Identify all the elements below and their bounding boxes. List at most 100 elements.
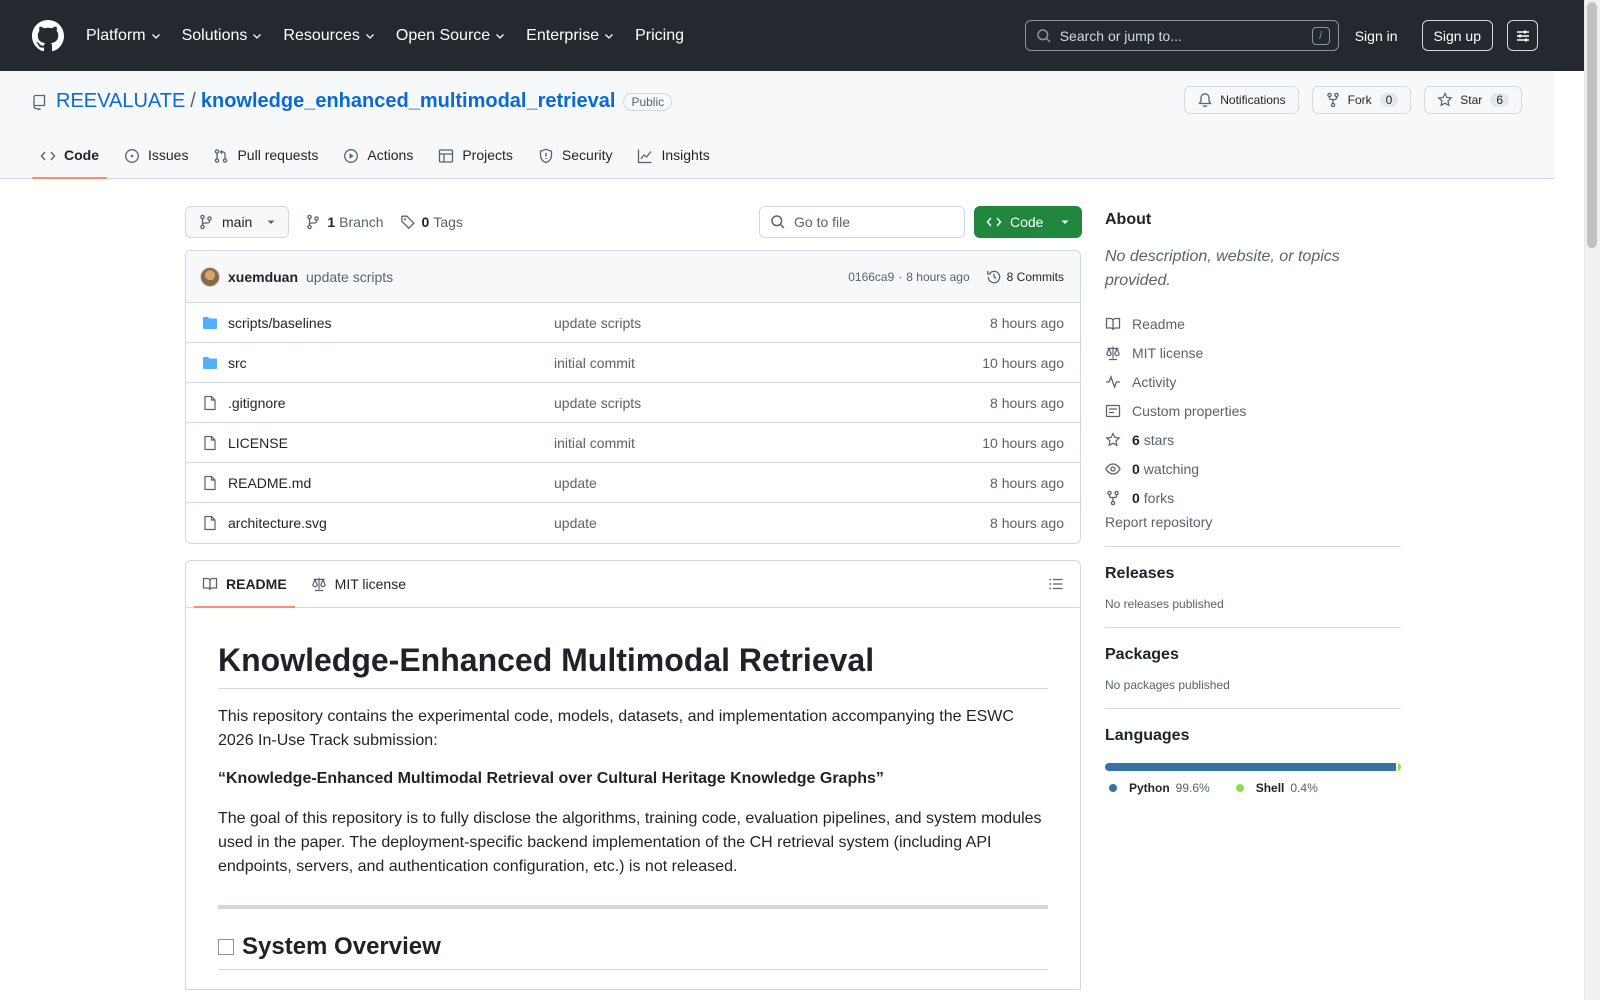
shield-icon (539, 148, 553, 164)
tab-license[interactable]: MIT license (303, 561, 414, 607)
file-name-link[interactable]: scripts/baselines (228, 315, 554, 331)
tab-code[interactable]: Code (32, 137, 107, 179)
tab-projects[interactable]: Projects (430, 137, 521, 179)
tab-security[interactable]: Security (530, 137, 621, 179)
code-button-label: Code (1010, 214, 1044, 230)
language-legend-item[interactable]: Shell 0.4% (1235, 781, 1318, 795)
file-name-link[interactable]: architecture.svg (228, 515, 554, 531)
branch-count: 1 (327, 213, 336, 230)
nav-open-source[interactable]: Open Source (396, 27, 506, 45)
tab-label: Insights (661, 147, 710, 163)
stars-link[interactable]: 6 stars (1105, 425, 1401, 454)
releases-heading[interactable]: Releases (1105, 565, 1401, 583)
file-row[interactable]: src initial commit 10 hours ago (186, 343, 1080, 383)
fork-button[interactable]: Fork 0 (1311, 86, 1412, 114)
main-column: main 1 Branch 0 Tags Go to file Code xue… (185, 205, 1082, 990)
star-button[interactable]: Star 6 (1424, 86, 1522, 114)
file-commit-message-link[interactable]: update scripts (554, 315, 990, 331)
readme-intro-paragraph: This repository contains the experimenta… (218, 708, 1014, 749)
branch-icon (200, 214, 212, 229)
tags-link[interactable]: 0 Tags (400, 214, 463, 230)
branch-name: main (222, 213, 253, 230)
commits-history-link[interactable]: 8 Commits (986, 269, 1064, 285)
file-row[interactable]: .gitignore update scripts 8 hours ago (186, 383, 1080, 423)
file-row[interactable]: LICENSE initial commit 10 hours ago (186, 423, 1080, 463)
commit-author-link[interactable]: xuemduan (228, 269, 298, 285)
releases-section: Releases No releases published (1105, 547, 1401, 611)
fork-label: Fork (1347, 93, 1372, 107)
sliders-icon (1516, 30, 1529, 41)
watching-link[interactable]: 0 watching (1105, 454, 1401, 483)
tab-label: Code (64, 147, 99, 163)
branch-selector-button[interactable]: main (185, 205, 290, 238)
page-scrollbar[interactable] (1584, 0, 1600, 1000)
sign-in-link[interactable]: Sign in (1355, 28, 1398, 44)
nav-enterprise[interactable]: Enterprise (526, 27, 615, 45)
file-row[interactable]: architecture.svg update 8 hours ago (186, 503, 1080, 543)
scrollbar-thumb[interactable] (1587, 2, 1597, 248)
file-commit-message-link[interactable]: initial commit (554, 435, 982, 451)
table-of-contents-button[interactable] (1048, 576, 1064, 592)
nav-pricing[interactable]: Pricing (635, 27, 684, 45)
file-row[interactable]: README.md update 8 hours ago (186, 463, 1080, 503)
report-repository-link[interactable]: Report repository (1105, 514, 1401, 530)
language-legend-item[interactable]: Python 99.6% (1109, 781, 1210, 795)
go-to-file-input[interactable]: Go to file (759, 206, 965, 238)
tab-pull-requests[interactable]: Pull requests (205, 137, 326, 179)
tab-insights[interactable]: Insights (629, 137, 717, 179)
file-name-link[interactable]: LICENSE (228, 435, 554, 451)
file-toolbar: main 1 Branch 0 Tags Go to file Code (185, 205, 1082, 238)
repo-title: REEVALUATE / knowledge_enhanced_multimod… (32, 90, 673, 113)
readme-link[interactable]: Readme (1105, 309, 1401, 338)
nav-solutions[interactable]: Solutions (182, 27, 264, 45)
play-icon (344, 149, 359, 163)
file-commit-message-link[interactable]: update (554, 515, 990, 531)
sign-up-button[interactable]: Sign up (1421, 20, 1493, 51)
repo-name-link[interactable]: knowledge_enhanced_multimodal_retrieval (201, 90, 616, 113)
file-commit-message-link[interactable]: update (554, 475, 990, 491)
header-right: Search or jump to... / Sign in Sign up (1024, 20, 1538, 51)
tab-readme[interactable]: README (194, 561, 295, 608)
custom-properties-link[interactable]: Custom properties (1105, 396, 1401, 425)
file-icon (202, 515, 218, 531)
file-commit-message-link[interactable]: update scripts (554, 395, 990, 411)
forks-link[interactable]: 0 forks (1105, 483, 1401, 512)
nav-resources[interactable]: Resources (283, 27, 375, 45)
folder-icon (202, 355, 218, 371)
activity-link[interactable]: Activity (1105, 367, 1401, 396)
nav-label: Resources (283, 26, 360, 44)
file-name-link[interactable]: .gitignore (228, 395, 554, 411)
branches-link[interactable]: 1 Branch (305, 213, 384, 230)
fork-icon (1107, 490, 1119, 505)
language-bar (1105, 763, 1401, 771)
language-name: Python (1129, 781, 1170, 795)
notifications-button[interactable]: Notifications (1184, 86, 1299, 114)
readme-content: Knowledge-Enhanced Multimodal Retrieval … (186, 608, 1080, 970)
code-dropdown-button[interactable]: Code (974, 206, 1082, 238)
language-bar-segment (1397, 763, 1401, 771)
commit-sha-link[interactable]: 0166ca9 (848, 270, 894, 284)
settings-menu-button[interactable] (1507, 20, 1538, 51)
readme-title: Knowledge-Enhanced Multimodal Retrieval (218, 608, 1048, 689)
global-search-input[interactable]: Search or jump to... / (1024, 20, 1339, 51)
bell-icon (1198, 93, 1212, 108)
tab-issues[interactable]: Issues (116, 137, 196, 179)
file-name-link[interactable]: README.md (228, 475, 554, 491)
file-row[interactable]: scripts/baselines update scripts 8 hours a… (186, 303, 1080, 343)
section-heading-text: System Overview (242, 933, 441, 960)
packages-heading[interactable]: Packages (1105, 646, 1401, 664)
file-name-link[interactable]: src (228, 355, 554, 371)
pull-request-icon (215, 149, 228, 163)
file-commit-message-link[interactable]: initial commit (554, 355, 982, 371)
language-legend: Python 99.6% Shell 0.4% (1105, 781, 1401, 795)
avatar[interactable] (200, 266, 220, 287)
nav-platform[interactable]: Platform (86, 27, 162, 45)
packages-empty-text: No packages published (1105, 678, 1230, 692)
tab-actions[interactable]: Actions (335, 137, 421, 179)
commit-message-link[interactable]: update scripts (306, 269, 393, 285)
github-logo-icon[interactable] (32, 19, 64, 52)
repo-owner-link[interactable]: REEVALUATE (56, 90, 185, 113)
commit-meta: 0166ca9 · 8 hours ago 8 Commits (848, 269, 1064, 285)
license-link[interactable]: MIT license (1105, 338, 1401, 367)
repo-actions: Notifications Fork 0 Star 6 (1171, 86, 1522, 114)
